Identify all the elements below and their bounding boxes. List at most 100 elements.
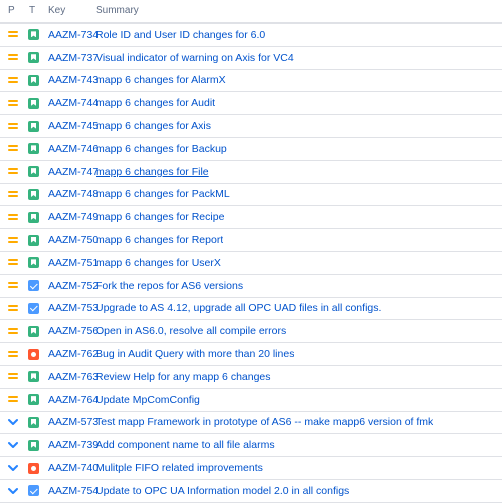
story-type-icon (28, 234, 39, 246)
table-row[interactable]: AAZM-763 Review Help for any mapp 6 chang… (0, 366, 502, 389)
issue-key-link[interactable]: AAZM-748 (48, 188, 98, 200)
issue-summary-link[interactable]: mapp 6 changes for AlarmX (96, 74, 226, 86)
issue-summary-link[interactable]: Role ID and User ID changes for 6.0 (96, 29, 265, 41)
table-header: P T Key Summary (0, 0, 502, 24)
issue-key-link[interactable]: AAZM-764 (48, 394, 98, 406)
issue-key-link[interactable]: AAZM-739 (48, 439, 98, 451)
issue-key-link[interactable]: AAZM-753 (48, 302, 98, 314)
table-row[interactable]: AAZM-748 mapp 6 changes for PackML (0, 184, 502, 207)
issue-summary-link[interactable]: Add component name to all file alarms (96, 439, 275, 451)
priority-medium-icon (8, 282, 18, 289)
issue-key-link[interactable]: AAZM-734 (48, 29, 98, 41)
table-row[interactable]: AAZM-747 mapp 6 changes for File (0, 161, 502, 184)
table-row[interactable]: AAZM-743 mapp 6 changes for AlarmX (0, 70, 502, 93)
priority-medium-icon (8, 236, 18, 244)
priority-cell (8, 115, 24, 137)
priority-medium-icon (8, 122, 18, 130)
priority-medium-icon (8, 54, 18, 61)
type-cell (28, 275, 44, 297)
type-cell (28, 229, 44, 251)
issue-summary-link[interactable]: mapp 6 changes for PackML (96, 188, 230, 200)
issue-summary-link[interactable]: Open in AS6.0, resolve all compile error… (96, 325, 286, 337)
table-row[interactable]: AAZM-745 mapp 6 changes for Axis (0, 115, 502, 138)
issue-key-link[interactable]: AAZM-751 (48, 257, 98, 269)
issue-key-link[interactable]: AAZM-747 (48, 166, 98, 178)
issue-summary-link[interactable]: mapp 6 changes for File (96, 166, 209, 178)
issue-key-link[interactable]: AAZM-749 (48, 211, 98, 223)
priority-cell (8, 206, 24, 228)
issue-key-link[interactable]: AAZM-737 (48, 52, 98, 64)
header-summary[interactable]: Summary (96, 5, 139, 16)
story-type-icon (28, 52, 39, 64)
priority-low-icon (8, 487, 18, 494)
table-row[interactable]: AAZM-734 Role ID and User ID changes for … (0, 24, 502, 47)
priority-cell (8, 252, 24, 274)
issue-summary-link[interactable]: mapp 6 changes for Report (96, 234, 223, 246)
issue-summary-link[interactable]: Review Help for any mapp 6 changes (96, 371, 271, 383)
story-type-icon (28, 325, 39, 337)
issue-key-link[interactable]: AAZM-744 (48, 97, 98, 109)
issue-key-link[interactable]: AAZM-763 (48, 371, 98, 383)
issue-key-link[interactable]: AAZM-743 (48, 74, 98, 86)
table-row[interactable]: AAZM-764 Update MpComConfig (0, 389, 502, 412)
issue-summary-link[interactable]: mapp 6 changes for Axis (96, 120, 211, 132)
type-cell (28, 434, 44, 456)
bug-type-icon (28, 462, 39, 474)
priority-cell (8, 275, 24, 297)
priority-cell (8, 138, 24, 160)
table-row[interactable]: AAZM-737 Visual indicator of warning on A… (0, 47, 502, 70)
type-cell (28, 480, 44, 502)
issue-summary-link[interactable]: Fork the repos for AS6 versions (96, 280, 243, 292)
type-cell (28, 70, 44, 92)
header-type[interactable]: T (29, 5, 35, 16)
priority-medium-icon (8, 373, 18, 380)
issue-summary-link[interactable]: Update to OPC UA Information model 2.0 i… (96, 485, 349, 497)
header-key[interactable]: Key (48, 5, 65, 16)
priority-medium-icon (8, 259, 18, 266)
table-row[interactable]: AAZM-744 mapp 6 changes for Audit (0, 92, 502, 116)
table-row[interactable]: AAZM-750 mapp 6 changes for Report (0, 229, 502, 252)
table-row[interactable]: AAZM-754 Update to OPC UA Information mod… (0, 480, 502, 503)
table-row[interactable]: AAZM-753 Upgrade to AS 4.12, upgrade all … (0, 298, 502, 321)
type-cell (28, 24, 44, 46)
table-row[interactable]: AAZM-749 mapp 6 changes for Recipe (0, 206, 502, 230)
priority-cell (8, 298, 24, 320)
issue-summary-link[interactable]: mapp 6 changes for Audit (96, 97, 215, 109)
issue-key-link[interactable]: AAZM-745 (48, 120, 98, 132)
issue-key-link[interactable]: AAZM-756 (48, 325, 98, 337)
issue-summary-link[interactable]: Upgrade to AS 4.12, upgrade all OPC UAD … (96, 302, 381, 314)
story-type-icon (28, 143, 39, 155)
table-row[interactable]: AAZM-756 Open in AS6.0, resolve all compi… (0, 320, 502, 344)
table-row[interactable]: AAZM-739 Add component name to all file a… (0, 434, 502, 458)
issue-key-link[interactable]: AAZM-746 (48, 143, 98, 155)
story-type-icon (28, 416, 39, 428)
table-row[interactable]: AAZM-740 Mulitple FIFO related improvemen… (0, 457, 502, 480)
issue-summary-link[interactable]: Visual indicator of warning on Axis for … (96, 52, 294, 64)
issue-key-link[interactable]: AAZM-573 (48, 416, 98, 428)
issue-summary-link[interactable]: mapp 6 changes for Recipe (96, 211, 224, 223)
table-row[interactable]: AAZM-746 mapp 6 changes for Backup (0, 138, 502, 161)
issue-key-link[interactable]: AAZM-762 (48, 348, 98, 360)
table-row[interactable]: AAZM-573 Test mapp Framework in prototype… (0, 412, 502, 435)
priority-low-icon (8, 465, 18, 472)
issue-key-link[interactable]: AAZM-740 (48, 462, 98, 474)
issue-key-link[interactable]: AAZM-752 (48, 280, 98, 292)
issue-key-link[interactable]: AAZM-754 (48, 485, 98, 497)
table-row[interactable]: AAZM-762 Bug in Audit Query with more tha… (0, 343, 502, 366)
story-type-icon (28, 29, 39, 41)
header-priority[interactable]: P (8, 5, 15, 16)
issue-summary-link[interactable]: mapp 6 changes for Backup (96, 143, 227, 155)
priority-low-icon (8, 442, 18, 449)
issue-summary-link[interactable]: Bug in Audit Query with more than 20 lin… (96, 348, 294, 360)
issue-summary-link[interactable]: Mulitple FIFO related improvements (96, 462, 263, 474)
priority-cell (8, 161, 24, 183)
issue-summary-link[interactable]: Update MpComConfig (96, 394, 200, 406)
issue-summary-link[interactable]: Test mapp Framework in prototype of AS6 … (96, 416, 433, 428)
priority-medium-icon (8, 327, 18, 335)
priority-cell (8, 70, 24, 92)
priority-medium-icon (8, 213, 18, 221)
issue-summary-link[interactable]: mapp 6 changes for UserX (96, 257, 221, 269)
issue-key-link[interactable]: AAZM-750 (48, 234, 98, 246)
table-row[interactable]: AAZM-752 Fork the repos for AS6 versions (0, 275, 502, 298)
table-row[interactable]: AAZM-751 mapp 6 changes for UserX (0, 252, 502, 275)
